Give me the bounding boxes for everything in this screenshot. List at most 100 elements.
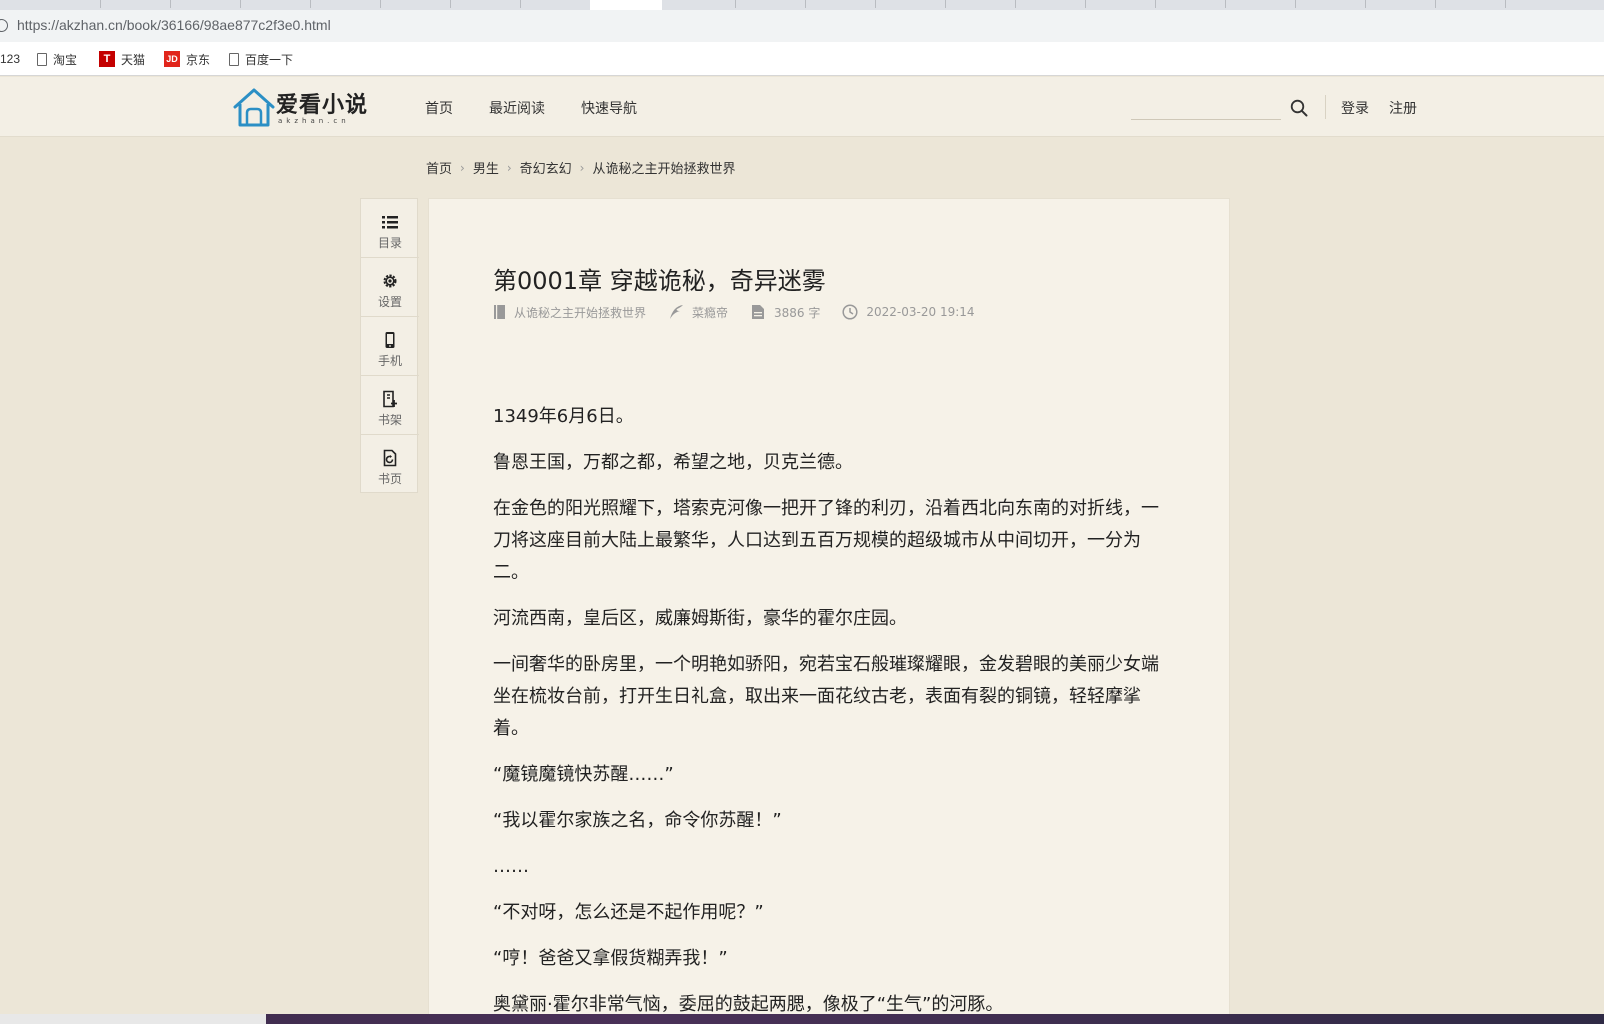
toolbar-settings[interactable]: 设置 — [361, 258, 419, 317]
breadcrumb-separator: › — [579, 160, 585, 175]
tab-separator — [1085, 0, 1086, 8]
phone-icon — [385, 332, 395, 348]
paragraph: 在金色的阳光照耀下，塔索克河像一把开了锋的利刃，沿着西北向东南的对折线，一刀将这… — [493, 498, 1159, 583]
tab-separator — [1015, 0, 1016, 8]
active-browser-tab[interactable] — [590, 0, 662, 10]
breadcrumb-genre[interactable]: 奇幻玄幻 — [520, 158, 572, 177]
breadcrumb-category-male[interactable]: 男生 — [473, 158, 499, 177]
bookmark-label: 百度一下 — [245, 52, 294, 67]
tab-separator — [240, 0, 241, 8]
paragraph: “哼！爸爸又拿假货糊弄我！” — [493, 948, 728, 969]
page-icon — [37, 52, 47, 66]
author-name: 菜瘾帝 — [692, 305, 729, 320]
toolbar-label: 设置 — [377, 295, 402, 309]
login-link[interactable]: 登录 — [1341, 98, 1369, 118]
paragraph: 鲁恩王国，万都之都，希望之地，贝克兰德。 — [493, 452, 853, 473]
browser-tab-strip — [0, 0, 1604, 10]
meta-word-count: 3886 字 — [750, 304, 820, 321]
breadcrumb-home[interactable]: 首页 — [426, 158, 452, 177]
tab-separator — [805, 0, 806, 8]
address-bar[interactable]: https://akzhan.cn/book/36166/98ae877c2f3… — [0, 10, 1604, 42]
toolbar-label: 目录 — [377, 236, 402, 250]
site-header: 爱看小说 akzhan.cn 首页 最近阅读 快速导航 登录 注册 — [0, 77, 1604, 137]
nav-recent-reading[interactable]: 最近阅读 — [489, 98, 545, 118]
jd-icon: JD — [164, 51, 180, 67]
tab-separator — [100, 0, 101, 8]
paragraph: 河流西南，皇后区，威廉姆斯街，豪华的霍尔庄园。 — [493, 608, 907, 629]
header-divider — [1325, 95, 1326, 119]
tab-separator — [520, 0, 521, 8]
tab-separator — [1505, 0, 1506, 8]
breadcrumb-separator: › — [506, 160, 512, 175]
paragraph: “我以霍尔家族之名，命令你苏醒！” — [493, 810, 782, 831]
search-input[interactable] — [1131, 119, 1281, 120]
meta-author: 菜瘾帝 — [668, 304, 728, 321]
search-icon[interactable] — [1290, 99, 1308, 117]
word-count: 3886 字 — [774, 305, 821, 320]
tmall-icon: T — [99, 51, 115, 67]
bookmark-label: 天猫 — [121, 52, 146, 67]
toolbar-catalog[interactable]: 目录 — [361, 199, 419, 258]
meta-book-link[interactable]: 从诡秘之主开始拯救世界 — [514, 304, 646, 321]
paragraph: “不对呀，怎么还是不起作用呢？” — [493, 902, 764, 923]
bookmark-123[interactable]: 123 — [0, 51, 20, 67]
register-link[interactable]: 注册 — [1389, 98, 1417, 118]
bookmark-tmall[interactable]: T 天猫 — [99, 51, 145, 67]
quill-icon — [670, 305, 684, 319]
chapter-content: 第0001章 穿越诡秘，奇异迷雾 从诡秘之主开始拯救世界 菜瘾帝 3886 字 — [428, 198, 1230, 1024]
site-logo[interactable]: 爱看小说 akzhan.cn — [232, 83, 382, 131]
bookmark-jd[interactable]: JD 京东 — [164, 51, 210, 67]
tab-separator — [170, 0, 171, 8]
gear-icon — [383, 274, 397, 288]
document-icon — [752, 305, 765, 319]
tab-separator — [380, 0, 381, 8]
tab-separator — [1225, 0, 1226, 8]
paragraph: “魔镜魔镜快苏醒……” — [493, 764, 674, 785]
toolbar-book-page[interactable]: 书页 — [361, 435, 419, 494]
tab-separator — [1365, 0, 1366, 8]
book-icon — [494, 305, 505, 319]
reader-toolbar: 目录 设置 手机 书架 书页 — [360, 198, 419, 494]
bookmark-label: 京东 — [186, 52, 211, 67]
page-icon — [229, 52, 239, 66]
meta-date: 2022-03-20 19:14 — [842, 304, 975, 320]
paragraph: …… — [493, 856, 529, 877]
breadcrumb: 首页 › 男生 › 奇幻玄幻 › 从诡秘之主开始拯救世界 — [426, 158, 736, 178]
nav-home[interactable]: 首页 — [425, 98, 453, 118]
toolbar-label: 手机 — [377, 354, 402, 368]
bookmark-baidu[interactable]: 百度一下 — [229, 51, 293, 67]
toolbar-bookshelf[interactable]: 书架 — [361, 376, 419, 435]
clock-icon — [842, 304, 858, 320]
toolbar-mobile[interactable]: 手机 — [361, 317, 419, 376]
taskbar-search-area[interactable] — [0, 1014, 266, 1024]
tab-separator — [735, 0, 736, 8]
os-taskbar — [0, 1014, 1604, 1024]
logo-domain: akzhan.cn — [278, 117, 350, 125]
meta-book: 从诡秘之主开始拯救世界 — [493, 304, 646, 321]
bookmarks-bar: 123 淘宝 T 天猫 JD 京东 百度一下 — [0, 42, 1604, 76]
logo-text: 爱看小说 — [276, 92, 369, 118]
chapter-title: 第0001章 穿越诡秘，奇异迷雾 — [493, 267, 826, 295]
house-icon — [233, 88, 275, 127]
url-text[interactable]: https://akzhan.cn/book/36166/98ae877c2f3… — [17, 17, 331, 33]
paragraph: 1349年6月6日。 — [493, 406, 634, 427]
tab-separator — [450, 0, 451, 8]
tab-separator — [875, 0, 876, 8]
site-info-icon[interactable] — [0, 19, 8, 32]
breadcrumb-book[interactable]: 从诡秘之主开始拯救世界 — [592, 158, 735, 177]
tab-separator — [1295, 0, 1296, 8]
publish-date: 2022-03-20 19:14 — [866, 305, 975, 319]
bookmark-label: 淘宝 — [53, 52, 78, 67]
tab-separator — [1435, 0, 1436, 8]
bookmark-label: 123 — [0, 52, 21, 66]
bookshelf-add-icon — [383, 390, 397, 408]
tab-separator — [945, 0, 946, 8]
list-icon — [382, 216, 398, 229]
breadcrumb-separator: › — [460, 160, 465, 175]
chapter-text: 1349年6月6日。 鲁恩王国，万都之都，希望之地，贝克兰德。 在金色的阳光照耀… — [493, 401, 1163, 1024]
paragraph: 一间奢华的卧房里，一个明艳如骄阳，宛若宝石般璀璨耀眼，金发碧眼的美丽少女端坐在梳… — [493, 654, 1159, 739]
nav-quick-navigation[interactable]: 快速导航 — [581, 98, 637, 118]
bookmark-taobao[interactable]: 淘宝 — [37, 51, 77, 67]
tab-separator — [1155, 0, 1156, 8]
toolbar-label: 书页 — [377, 472, 402, 486]
